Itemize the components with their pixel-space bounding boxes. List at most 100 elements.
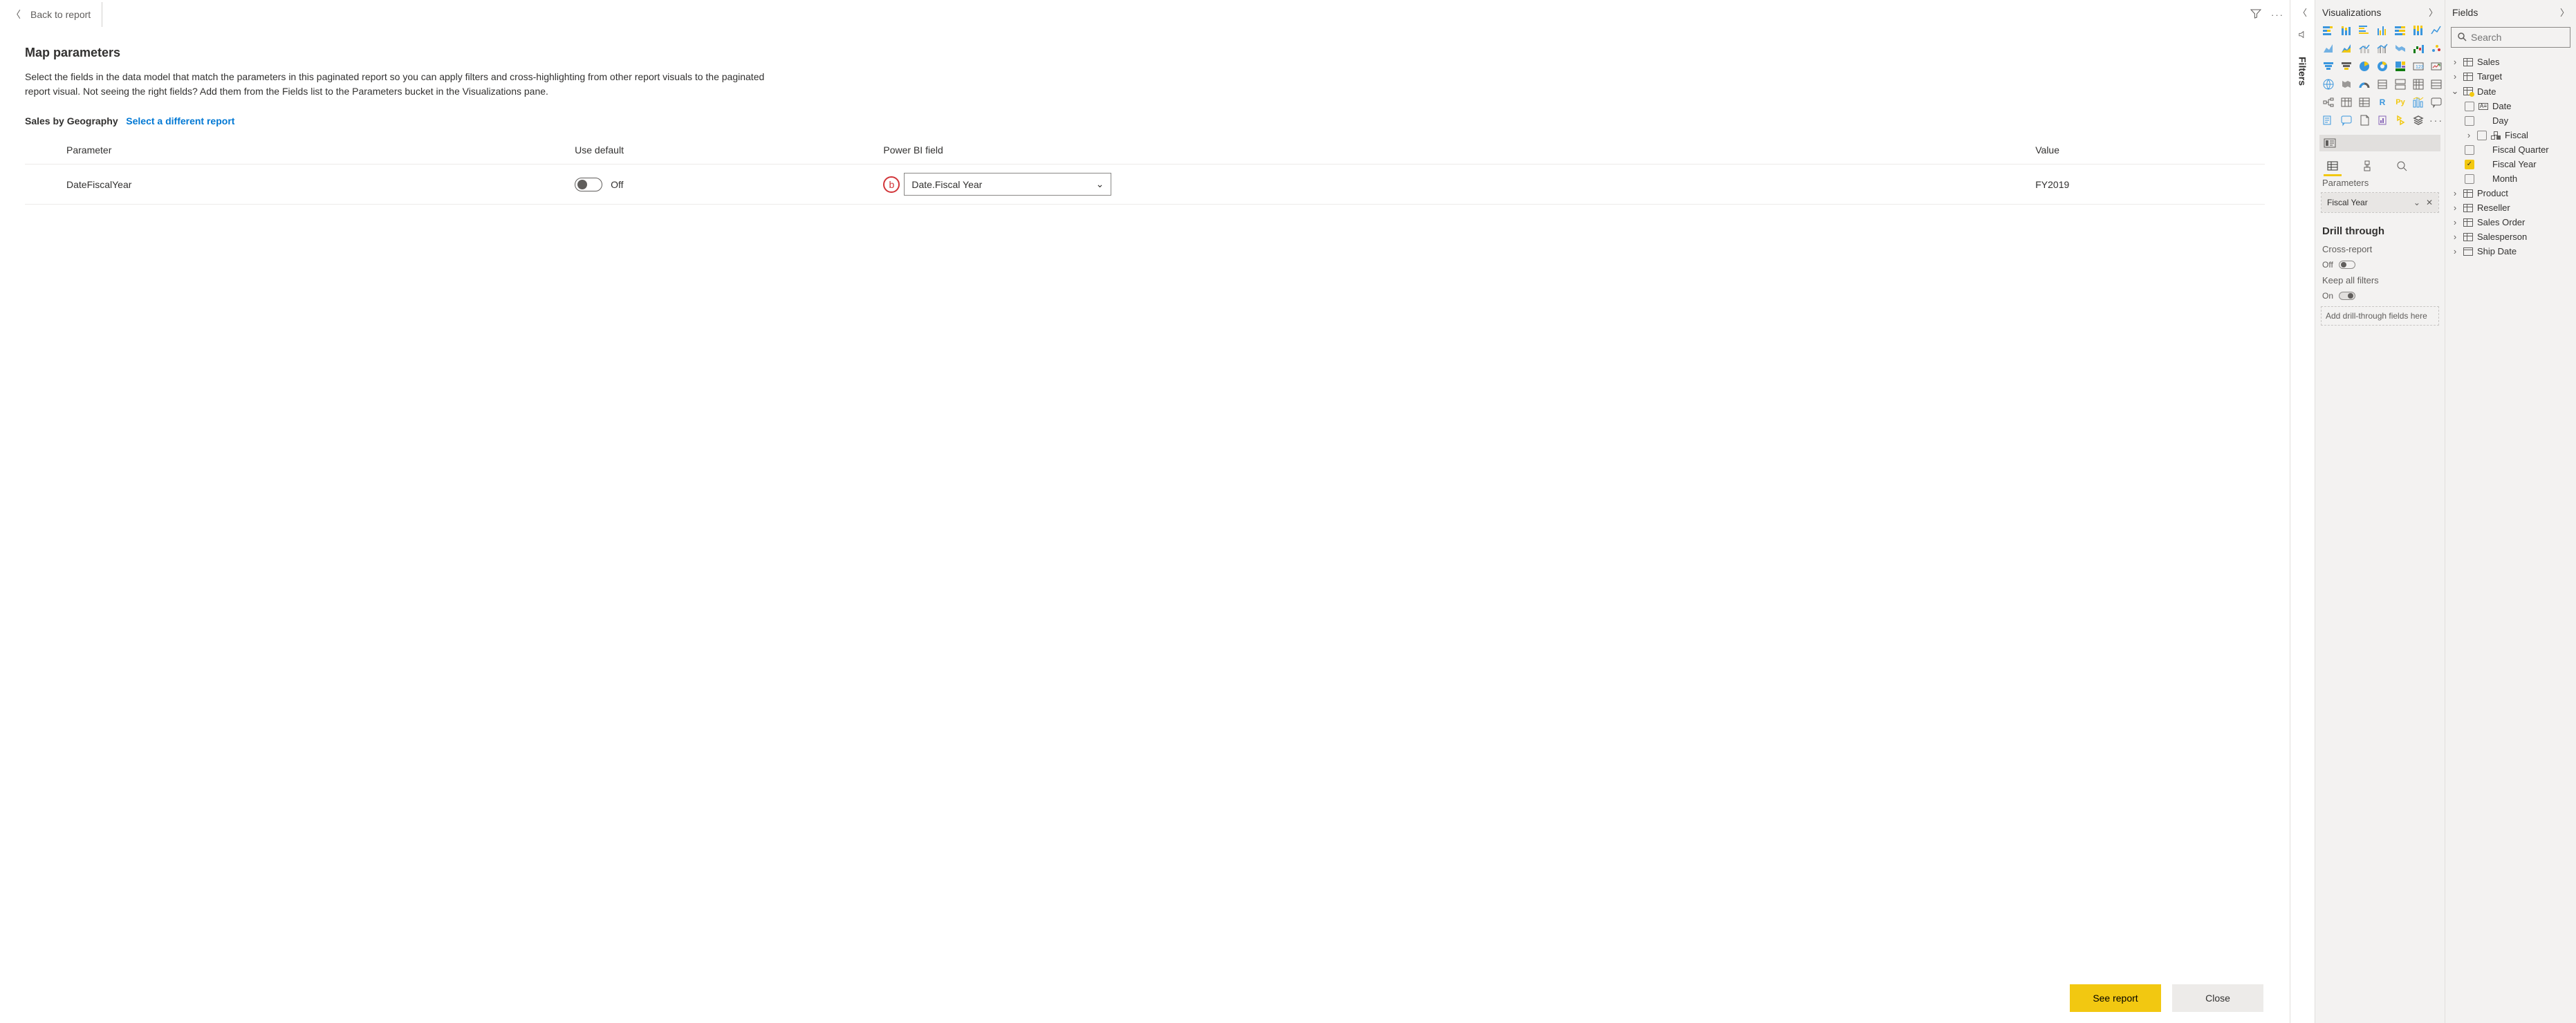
line-chart-icon[interactable]: [2429, 23, 2444, 38]
gauge-icon[interactable]: [2357, 77, 2372, 92]
close-button[interactable]: Close: [2172, 984, 2263, 1012]
more-visuals-icon[interactable]: ···: [2429, 113, 2444, 128]
ribbon-chart-icon[interactable]: [2393, 41, 2408, 56]
matrix-visual-icon[interactable]: [2357, 95, 2372, 110]
paginated-report-icon[interactable]: [2357, 113, 2372, 128]
kpi-icon[interactable]: [2429, 59, 2444, 74]
stacked-column-icon[interactable]: [2339, 23, 2354, 38]
field-chip-fiscal-year[interactable]: Fiscal Year ⌄ ✕: [2322, 193, 2438, 212]
line-column-icon[interactable]: [2357, 41, 2372, 56]
checkbox[interactable]: [2477, 131, 2487, 140]
keep-filters-state: On: [2322, 291, 2333, 301]
checkbox[interactable]: [2465, 174, 2474, 184]
hundred-stacked-column-icon[interactable]: [2411, 23, 2426, 38]
fields-tab[interactable]: [2325, 158, 2340, 173]
filled-map-icon[interactable]: [2339, 77, 2354, 92]
chevron-right-icon: ›: [2451, 71, 2459, 82]
table-sales-order[interactable]: › Sales Order: [2449, 215, 2572, 229]
format-tab[interactable]: [2360, 158, 2375, 173]
field-fiscal-year[interactable]: Fiscal Year: [2449, 157, 2572, 171]
decomposition-tree-icon[interactable]: [2321, 95, 2336, 110]
drill-through-well[interactable]: Add drill-through fields here: [2321, 306, 2439, 326]
svg-text:123: 123: [2416, 65, 2424, 70]
checkbox[interactable]: [2465, 145, 2474, 155]
area-chart-icon[interactable]: [2321, 41, 2336, 56]
field-day[interactable]: Day: [2449, 113, 2572, 128]
fields-pane: Fields 〉 › Sales › Target ⌄ Date A≡ Date: [2445, 0, 2576, 1023]
field-month[interactable]: Month: [2449, 171, 2572, 186]
clustered-bar-icon[interactable]: [2357, 23, 2372, 38]
select-different-report-link[interactable]: Select a different report: [126, 115, 234, 126]
use-default-toggle[interactable]: [575, 178, 602, 191]
stacked-area-icon[interactable]: [2339, 41, 2354, 56]
table-sales[interactable]: › Sales: [2449, 55, 2572, 69]
keep-filters-label: Keep all filters: [2319, 272, 2440, 288]
filters-label: Filters: [2297, 53, 2308, 86]
remove-icon[interactable]: ✕: [2426, 198, 2433, 207]
r-visual-icon[interactable]: R: [2375, 95, 2390, 110]
table-product[interactable]: › Product: [2449, 186, 2572, 200]
custom-visual-icon[interactable]: [2393, 113, 2408, 128]
keep-filters-toggle[interactable]: [2339, 292, 2355, 300]
checkbox-checked[interactable]: [2465, 160, 2474, 169]
cross-report-toggle[interactable]: [2339, 261, 2355, 269]
search-input[interactable]: [2471, 32, 2576, 43]
table-reseller[interactable]: › Reseller: [2449, 200, 2572, 215]
table-salesperson[interactable]: › Salesperson: [2449, 229, 2572, 244]
multirow-card-icon[interactable]: [2393, 77, 2408, 92]
parameters-well[interactable]: a Fiscal Year ⌄ ✕: [2321, 192, 2439, 213]
see-report-button[interactable]: See report: [2070, 984, 2161, 1012]
table-target[interactable]: › Target: [2449, 69, 2572, 84]
chevron-down-icon[interactable]: ⌄: [2413, 198, 2420, 207]
table-icon: [2463, 189, 2473, 198]
back-to-report[interactable]: 〈 Back to report: [0, 2, 102, 27]
powerbi-field-dropdown[interactable]: Date.Fiscal Year ⌄: [904, 173, 1111, 196]
table-date[interactable]: ⌄ Date: [2449, 84, 2572, 99]
field-label: Day: [2492, 115, 2508, 126]
get-more-visuals-icon[interactable]: [2411, 113, 2426, 128]
filter-icon[interactable]: [2250, 8, 2261, 21]
field-date[interactable]: A≡ Date: [2449, 99, 2572, 113]
qa-visual-icon[interactable]: [2429, 95, 2444, 110]
pie-chart-icon[interactable]: [2357, 59, 2372, 74]
map-icon[interactable]: [2321, 77, 2336, 92]
filters-pane-collapsed[interactable]: 〈 Filters: [2290, 0, 2315, 1023]
table-visual-icon[interactable]: [2339, 95, 2354, 110]
parameters-label: Parameters: [2319, 175, 2440, 191]
line-clustered-column-icon[interactable]: [2375, 41, 2390, 56]
chevron-right-icon[interactable]: 〉: [2429, 6, 2438, 19]
python-visual-icon[interactable]: Py: [2393, 95, 2408, 110]
hundred-stacked-bar-icon[interactable]: [2393, 23, 2408, 38]
table-ship-date[interactable]: › Ship Date: [2449, 244, 2572, 259]
powerapps-icon[interactable]: [2375, 113, 2390, 128]
treemap-icon[interactable]: [2393, 59, 2408, 74]
date-table-icon: [2463, 247, 2473, 256]
table-label: Date: [2477, 86, 2496, 97]
checkbox[interactable]: [2465, 102, 2474, 111]
more-icon[interactable]: ···: [2271, 10, 2284, 20]
fields-search[interactable]: [2451, 27, 2570, 48]
table-row: DateFiscalYear Off b Date.Fiscal Year: [25, 165, 2265, 205]
slicer-icon[interactable]: [2375, 77, 2390, 92]
field-fiscal-quarter[interactable]: Fiscal Quarter: [2449, 142, 2572, 157]
chat-icon[interactable]: [2339, 113, 2354, 128]
card-icon[interactable]: 123: [2411, 59, 2426, 74]
funnel-icon[interactable]: [2321, 59, 2336, 74]
field-fiscal[interactable]: › Fiscal: [2449, 128, 2572, 142]
key-influencers-icon[interactable]: [2411, 95, 2426, 110]
scatter-chart-icon[interactable]: [2429, 41, 2444, 56]
param-value: FY2019: [2027, 165, 2265, 205]
filter-visual-icon[interactable]: [2339, 59, 2354, 74]
table-icon[interactable]: [2429, 77, 2444, 92]
smart-narrative-icon[interactable]: [2321, 113, 2336, 128]
waterfall-icon[interactable]: [2411, 41, 2426, 56]
analytics-tab[interactable]: [2394, 158, 2409, 173]
chevron-right-icon[interactable]: 〉: [2560, 6, 2569, 19]
checkbox[interactable]: [2465, 116, 2474, 126]
donut-chart-icon[interactable]: [2375, 59, 2390, 74]
matrix-icon[interactable]: [2411, 77, 2426, 92]
chevron-left-icon: 〈: [2298, 6, 2307, 19]
table-icon: [2463, 204, 2473, 212]
stacked-bar-icon[interactable]: [2321, 23, 2336, 38]
clustered-column-icon[interactable]: [2375, 23, 2390, 38]
